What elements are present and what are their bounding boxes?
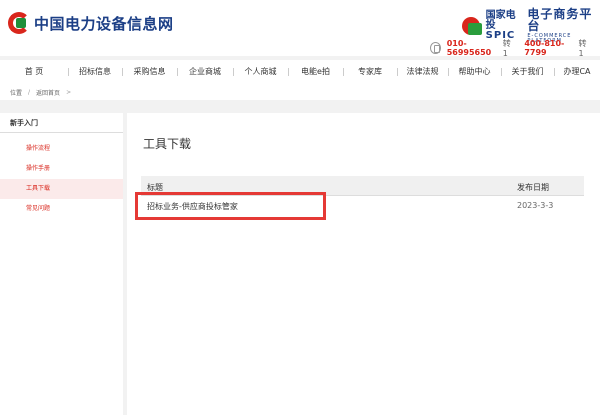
logo-text: 中国电力设备信息网 [34, 14, 174, 33]
nav-item-help[interactable]: 帮助中心 [448, 60, 501, 84]
breadcrumb: 位置 / 返回首页 > [0, 84, 600, 100]
breadcrumb-location: 位置 [10, 89, 23, 97]
breadcrumb-sep: / [28, 88, 31, 96]
nav-item-e-auction[interactable]: 电能e拍 [288, 60, 343, 84]
sidebar-item-process[interactable]: 操作流程 [0, 139, 123, 159]
phone-ext-1: 转 1 [502, 39, 511, 58]
main-content: 工具下载 标题 发布日期 招标业务-供应商投标管家 2023-3-3 [127, 113, 600, 415]
spic-icon [462, 15, 482, 37]
nav-item-tender[interactable]: 招标信息 [68, 60, 122, 84]
main-nav: 首 页 招标信息 采购信息 企业商城 个人商城 电能e拍 专家库 法律法规 帮助… [0, 60, 600, 84]
nav-item-ca[interactable]: 办理CA [554, 60, 600, 84]
row-date: 2023-3-3 [517, 201, 554, 210]
breadcrumb-home-link[interactable]: 返回首页 [36, 88, 60, 97]
nav-item-laws[interactable]: 法律法规 [397, 60, 448, 84]
header: 中国电力设备信息网 国家电投 SPIC 电子商务平台 E-COMMERCE PL… [0, 0, 600, 58]
sidebar-item-tool-download[interactable]: 工具下载 [0, 179, 123, 199]
phone-ext-2: 转 1 [578, 39, 587, 58]
phone-number-2: 400-810-7799 [524, 39, 565, 57]
sidebar-heading: 新手入门 [0, 113, 123, 133]
platform-cn: 电子商务平台 [527, 7, 593, 33]
nav-item-procurement[interactable]: 采购信息 [122, 60, 177, 84]
sidebar-item-faq[interactable]: 常见问题 [0, 199, 123, 219]
nav-item-about[interactable]: 关于我们 [501, 60, 554, 84]
phone-icon [430, 42, 441, 54]
column-header-date: 发布日期 [517, 183, 549, 192]
breadcrumb-arrow: > [66, 88, 72, 96]
site-logo[interactable]: 中国电力设备信息网 [8, 12, 174, 34]
nav-item-enterprise-mall[interactable]: 企业商城 [177, 60, 233, 84]
sidebar-item-manual[interactable]: 操作手册 [0, 159, 123, 179]
nav-item-home[interactable]: 首 页 [0, 60, 68, 84]
contact-phones: 010-56995650 转 1 400-810-7799 转 1 [430, 38, 600, 58]
page-title: 工具下载 [143, 137, 192, 151]
spic-cn: 国家电投 [485, 10, 516, 31]
sidebar: 新手入门 操作流程 操作手册 工具下载 常见问题 [0, 113, 123, 415]
logo-icon [8, 12, 30, 34]
phone-number-1: 010-56995650 [446, 39, 492, 57]
highlight-box [135, 192, 326, 220]
nav-item-personal-mall[interactable]: 个人商城 [233, 60, 288, 84]
nav-item-experts[interactable]: 专家库 [343, 60, 397, 84]
